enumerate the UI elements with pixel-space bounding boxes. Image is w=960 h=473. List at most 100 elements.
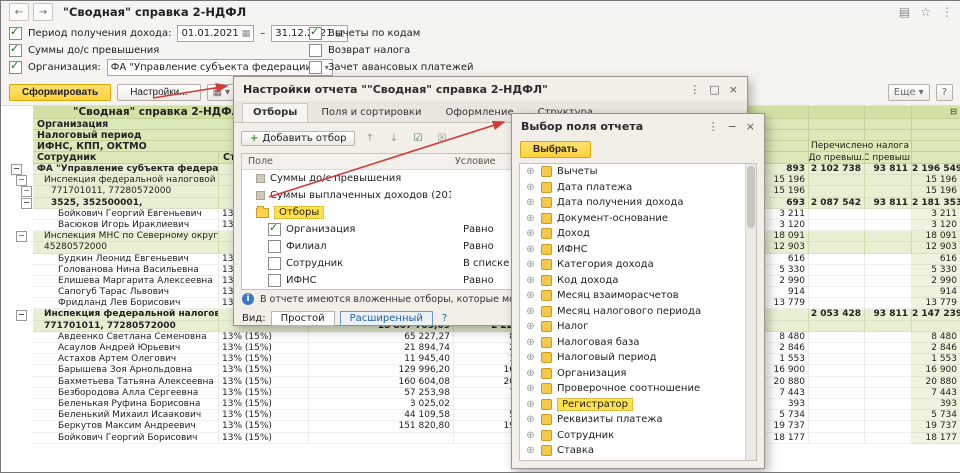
cell: [865, 276, 912, 287]
maximize-icon[interactable]: □: [709, 83, 719, 96]
collapse-icon[interactable]: −: [16, 175, 27, 186]
excess-checkbox[interactable]: [9, 44, 22, 57]
close-icon[interactable]: ×: [746, 120, 755, 133]
table-row[interactable]: Авдеенко Светлана Семеновна13% (15%)65 2…: [9, 332, 960, 343]
expand-icon[interactable]: ⊕: [525, 430, 536, 441]
table-row[interactable]: Асаулов Андрей Юрьевич13% (15%)21 894,74…: [9, 343, 960, 354]
expand-icon[interactable]: ⊕: [525, 445, 536, 456]
deduction-codes-checkbox[interactable]: [309, 27, 322, 40]
settings-button[interactable]: Настройки...: [117, 84, 200, 101]
move-up-icon[interactable]: ↑: [360, 129, 379, 148]
collapse-icon[interactable]: −: [21, 198, 32, 209]
expand-icon[interactable]: ⊕: [525, 166, 536, 177]
collapse-icon[interactable]: −: [11, 164, 22, 175]
table-row[interactable]: Беленький Михаил Исаакович13% (15%)44 10…: [9, 410, 960, 421]
more-icon[interactable]: ⋮: [708, 120, 719, 133]
field-tree-item[interactable]: ⊕Ставка: [520, 443, 756, 459]
tab-Поля и сортировки[interactable]: Поля и сортировки: [310, 103, 432, 122]
table-row[interactable]: Бахметьева Татьяна Алексеевна13% (15%)16…: [9, 377, 960, 388]
field-tree-item[interactable]: ⊕Код дохода: [520, 273, 756, 289]
table-row[interactable]: Беленькая Руфина Борисовна13% (15%)3 025…: [9, 399, 960, 410]
filter-checkbox[interactable]: [268, 274, 281, 287]
scrollbar[interactable]: [745, 164, 756, 460]
filter-checkbox[interactable]: [268, 240, 281, 253]
view-simple-button[interactable]: Простой: [271, 311, 335, 326]
more-actions-button[interactable]: Еще ▾: [888, 84, 930, 101]
add-filter-button[interactable]: + Добавить отбор: [241, 131, 355, 146]
more-icon[interactable]: ⋮: [689, 83, 700, 96]
period-from-input[interactable]: 01.01.2021 ▦: [177, 25, 254, 42]
field-tree-item[interactable]: ⊕Налоговый период: [520, 350, 756, 366]
expand-icon[interactable]: ⊕: [525, 275, 536, 286]
forward-icon[interactable]: →: [33, 3, 53, 21]
back-icon[interactable]: ←: [9, 3, 29, 21]
calendar-icon[interactable]: ▦: [242, 29, 251, 39]
help-icon[interactable]: ?: [442, 313, 447, 324]
field-tree-item[interactable]: ⊕Документ-основание: [520, 211, 756, 227]
panel-icon[interactable]: ▤: [899, 5, 910, 19]
tax-refund-checkbox[interactable]: [309, 44, 322, 57]
scrollbar-thumb[interactable]: [747, 166, 755, 228]
field-tree-item[interactable]: ⊕Доход: [520, 226, 756, 242]
field-tree-item[interactable]: ⊕Месяц налогового периода: [520, 304, 756, 320]
expand-icon[interactable]: ⊕: [525, 290, 536, 301]
field-tree-item[interactable]: ⊕ИФНС: [520, 242, 756, 258]
cell: ФА "Управление субъекта федерации": [33, 164, 219, 175]
collapse-icon[interactable]: −: [16, 310, 27, 321]
field-tree-item[interactable]: ⊕Сотрудник: [520, 428, 756, 444]
expand-icon[interactable]: ⊕: [525, 306, 536, 317]
table-row[interactable]: Беркутов Максим Андреевич13% (15%)151 82…: [9, 421, 960, 432]
close-icon[interactable]: ×: [729, 83, 738, 96]
generate-button[interactable]: Сформировать: [9, 84, 111, 101]
expand-icon[interactable]: ⊕: [525, 228, 536, 239]
table-row[interactable]: Астахов Артем Олегович13% (15%)11 945,40…: [9, 354, 960, 365]
expand-icon[interactable]: ⊕: [525, 244, 536, 255]
expand-icon[interactable]: ⊕: [525, 399, 536, 410]
expand-icon[interactable]: ⊕: [525, 182, 536, 193]
field-tree-item[interactable]: ⊕Дата платежа: [520, 180, 756, 196]
filter-checkbox[interactable]: [268, 257, 281, 270]
field-tree-item[interactable]: ⊕Организация: [520, 366, 756, 382]
filter-checkbox[interactable]: [268, 223, 281, 236]
field-tree-item[interactable]: ⊕Категория дохода: [520, 257, 756, 273]
collapse-icon[interactable]: −: [21, 186, 32, 197]
field-tree-item[interactable]: ⊕Регистратор: [520, 397, 756, 413]
advance-offset-checkbox[interactable]: [309, 61, 322, 74]
expand-icon[interactable]: ⊕: [525, 337, 536, 348]
check-all-icon[interactable]: ☑: [408, 129, 427, 148]
field-tree-item[interactable]: ⊕Налоговая база: [520, 335, 756, 351]
favorites-icon[interactable]: ☆: [920, 5, 931, 19]
tab-Отборы[interactable]: Отборы: [242, 103, 308, 122]
expand-icon[interactable]: ⊕: [525, 383, 536, 394]
table-row[interactable]: Безбородова Алла Сергеевна13% (15%)57 25…: [9, 388, 960, 399]
uncheck-all-icon[interactable]: ☒: [432, 129, 451, 148]
field-tree-item[interactable]: ⊕Налог: [520, 319, 756, 335]
help-button[interactable]: ?: [936, 84, 953, 101]
cell: [809, 388, 865, 399]
org-combobox[interactable]: ФА "Управление субъекта федерации" ▾: [107, 59, 333, 76]
field-tree-item[interactable]: ⊕Месяц взаиморасчетов: [520, 288, 756, 304]
period-checkbox[interactable]: [9, 27, 22, 40]
move-down-icon[interactable]: ↓: [384, 129, 403, 148]
org-checkbox[interactable]: [9, 61, 22, 74]
expand-icon[interactable]: ⊕: [525, 368, 536, 379]
column-collapse-icon[interactable]: ⊟: [949, 108, 958, 117]
collapse-icon[interactable]: −: [16, 231, 27, 242]
expand-icon[interactable]: ⊕: [525, 321, 536, 332]
view-extended-button[interactable]: Расширенный: [340, 311, 433, 326]
expand-icon[interactable]: ⊕: [525, 213, 536, 224]
more-icon[interactable]: ⋮: [941, 5, 953, 19]
report-variants-button[interactable]: ▦ ▾: [207, 84, 236, 101]
table-row[interactable]: Бойкович Георгий Борисович13% (15%)18 17…: [9, 433, 960, 444]
minimize-icon[interactable]: −: [728, 120, 737, 133]
expand-icon[interactable]: ⊕: [525, 259, 536, 270]
expand-icon[interactable]: ⊕: [525, 414, 536, 425]
expand-icon[interactable]: ⊕: [525, 197, 536, 208]
expand-icon[interactable]: ⊕: [525, 352, 536, 363]
table-row[interactable]: Барышева Зоя Арнольдовна13% (15%)129 996…: [9, 365, 960, 376]
select-field-button[interactable]: Выбрать: [520, 141, 591, 158]
field-tree-item[interactable]: ⊕Проверочное соотношение: [520, 381, 756, 397]
field-tree-item[interactable]: ⊕Дата получения дохода: [520, 195, 756, 211]
field-tree-item[interactable]: ⊕Вычеты: [520, 164, 756, 180]
field-tree-item[interactable]: ⊕Реквизиты платежа: [520, 412, 756, 428]
